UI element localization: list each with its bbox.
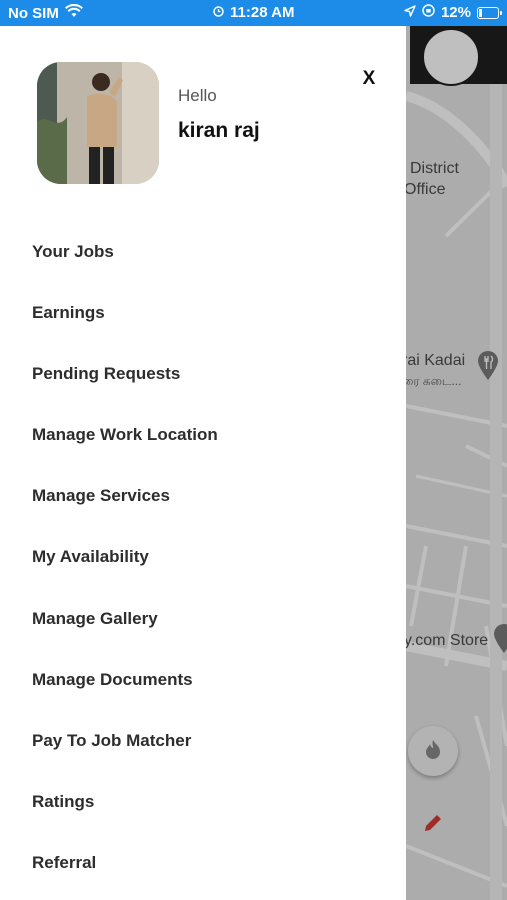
navigation-drawer: Hello kiran raj X Your Jobs Earnings Pen… [0,26,406,900]
menu-item-my-availability[interactable]: My Availability [0,526,406,587]
menu-item-pay-to-job-matcher[interactable]: Pay To Job Matcher [0,710,406,771]
close-icon: X [362,68,376,89]
status-left: No SIM [8,3,83,22]
alarm-icon [213,4,224,21]
status-bar: No SIM 11:28 AM 12% [0,0,507,26]
profile-photo [37,62,159,184]
carrier-label: No SIM [8,4,59,22]
menu-item-your-jobs[interactable]: Your Jobs [0,221,406,282]
map-view[interactable]: District Office rai Kadai ரை கடை... y.co… [406,26,507,900]
battery-percent: 12% [440,4,471,21]
menu-item-manage-services[interactable]: Manage Services [0,465,406,526]
menu-item-ratings[interactable]: Ratings [0,771,406,832]
status-center: 11:28 AM [213,4,294,21]
menu-item-referral[interactable]: Referral [0,832,406,893]
menu-item-manage-documents[interactable]: Manage Documents [0,649,406,710]
greeting-text: Hello [178,86,217,105]
drawer-menu: Your Jobs Earnings Pending Requests Mana… [0,221,406,893]
orientation-lock-icon [422,4,435,21]
battery-charging-icon [477,6,502,19]
close-drawer-button[interactable]: X [358,68,380,92]
drawer-scrim[interactable] [406,26,507,900]
menu-item-manage-work-location[interactable]: Manage Work Location [0,404,406,465]
location-arrow-icon [404,4,416,21]
clock-time: 11:28 AM [230,4,295,21]
menu-item-earnings[interactable]: Earnings [0,282,406,343]
status-right: 12% [404,4,502,21]
wifi-icon [64,3,83,22]
menu-item-manage-gallery[interactable]: Manage Gallery [0,588,406,649]
user-name: kiran raj [178,119,260,142]
avatar[interactable] [37,62,159,184]
menu-item-pending-requests[interactable]: Pending Requests [0,343,406,404]
